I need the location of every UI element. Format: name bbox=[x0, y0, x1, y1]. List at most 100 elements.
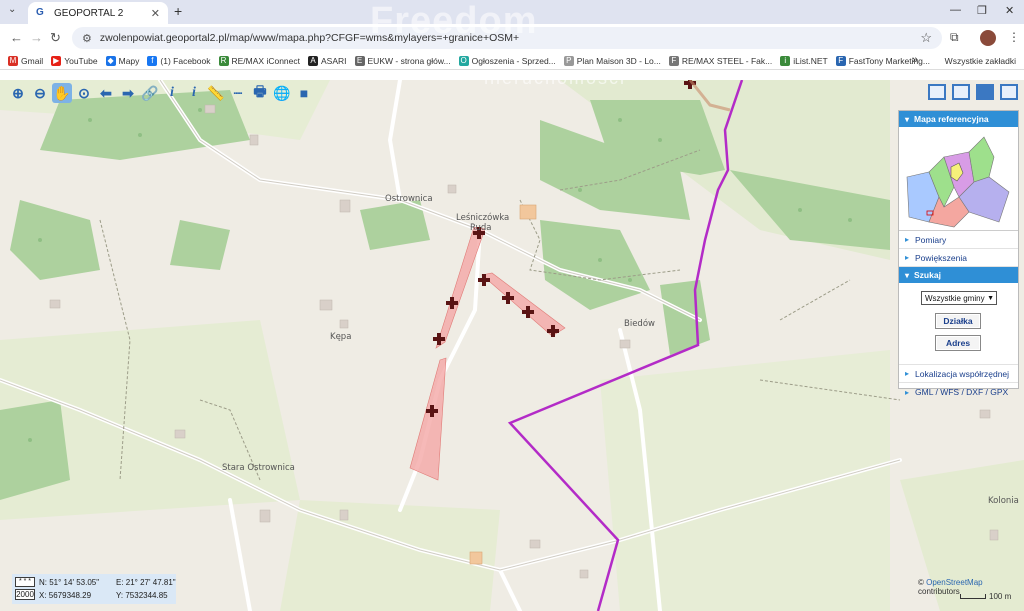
lokalizacja-label: Lokalizacja współrzędnej bbox=[915, 368, 1010, 379]
place-label-ruda: Ruda bbox=[470, 223, 492, 233]
place-label-ostrownica: Ostrownica bbox=[385, 194, 433, 204]
bookmark-label: Gmail bbox=[21, 55, 44, 66]
layout-left-icon[interactable] bbox=[952, 84, 970, 100]
place-label-kolonia: Kolonia bbox=[988, 496, 1019, 506]
powiekszenia-row[interactable]: ▸ Powiększenia bbox=[899, 249, 1018, 267]
watermark-brand: Freedom bbox=[370, 0, 538, 42]
watermark-sub: nieruchomości bbox=[484, 68, 627, 88]
bookmark-item[interactable]: f (1) Facebook bbox=[147, 55, 211, 66]
bookmark-star-icon[interactable]: ☆ bbox=[920, 30, 932, 46]
bookmark-label: iList.NET bbox=[793, 55, 828, 66]
szukaj-header[interactable]: ▾ Szukaj bbox=[899, 267, 1018, 283]
tab-geoportal[interactable]: G GEOPORTAL 2 ✕ bbox=[28, 2, 168, 24]
tab-title: GEOPORTAL 2 bbox=[54, 7, 124, 19]
osm-link[interactable]: OpenStreetMap bbox=[926, 578, 982, 587]
reload-icon[interactable]: ↻ bbox=[50, 30, 61, 46]
new-tab-icon[interactable]: + bbox=[174, 3, 182, 19]
coord-y: Y: 7532344.85 bbox=[116, 591, 168, 600]
bookmark-item[interactable]: ▶ YouTube bbox=[51, 55, 98, 66]
bookmark-item[interactable]: i iList.NET bbox=[780, 55, 828, 66]
bookmark-item[interactable]: F RE/MAX STEEL - Fak... bbox=[668, 55, 773, 66]
coord-n: N: 51° 14' 53.05" bbox=[39, 578, 100, 587]
menu-icon[interactable]: ⋮ bbox=[1008, 30, 1020, 44]
place-label-stara-ostrownica: Stara Ostrownica bbox=[222, 463, 295, 473]
pomiary-row[interactable]: ▸ Pomiary bbox=[899, 231, 1018, 249]
scale-value[interactable]: 2000 bbox=[15, 589, 35, 600]
chevron-down-icon: ▼ bbox=[987, 294, 994, 302]
map-canvas[interactable] bbox=[0, 80, 1024, 611]
ref-map-title: Mapa referencyjna bbox=[914, 114, 989, 124]
layout-top-icon[interactable] bbox=[928, 84, 946, 100]
bookmark-item[interactable]: A ASARI bbox=[308, 55, 347, 66]
powiekszenia-label: Powiększenia bbox=[915, 252, 967, 263]
minimize-icon[interactable]: — bbox=[950, 4, 961, 16]
bookmark-item[interactable]: O Ogłoszenia - Sprzed... bbox=[458, 55, 556, 66]
all-bookmarks-folder[interactable]: Wszystkie zakładki bbox=[945, 56, 1016, 66]
bookmark-icon: ▶ bbox=[51, 55, 62, 66]
gml-row[interactable]: ▸ GML / WFS / DXF / GPX bbox=[899, 383, 1018, 401]
building-orange bbox=[519, 204, 537, 220]
dzialka-button[interactable]: Działka bbox=[935, 313, 981, 329]
forward-icon[interactable]: → bbox=[30, 30, 43, 45]
close-window-icon[interactable]: ✕ bbox=[1005, 4, 1014, 17]
gml-label: GML / WFS / DXF / GPX bbox=[915, 387, 1009, 397]
print-icon[interactable]: 🖶 bbox=[250, 83, 270, 103]
bookmark-item[interactable]: E EUKW - strona głów... bbox=[354, 55, 451, 66]
site-info-icon[interactable]: ⚙ bbox=[82, 32, 92, 45]
bookmark-label: RE/MAX STEEL - Fak... bbox=[681, 55, 773, 66]
zoom-in-icon[interactable]: ⊕ bbox=[8, 83, 28, 103]
link-icon[interactable]: 🔗 bbox=[140, 83, 160, 103]
coord-x: X: 5679348.29 bbox=[39, 591, 92, 600]
chevron-right-icon: ▸ bbox=[905, 387, 910, 397]
bookmarks-more-icon[interactable]: » bbox=[912, 54, 918, 66]
bookmark-item[interactable]: P Plan Maison 3D - Lo... bbox=[563, 55, 661, 66]
chevron-right-icon: ▸ bbox=[905, 235, 910, 244]
next-view-icon[interactable]: ➡ bbox=[118, 83, 138, 103]
previous-view-icon[interactable]: ⬅ bbox=[96, 83, 116, 103]
gmina-select[interactable]: Wszystkie gminy ▼ bbox=[921, 291, 997, 305]
info-icon[interactable]: i bbox=[162, 83, 182, 103]
bookmark-item[interactable]: R RE/MAX iConnect bbox=[218, 55, 301, 66]
globe-icon[interactable]: 🌐 bbox=[272, 83, 292, 103]
adres-button[interactable]: Adres bbox=[935, 335, 981, 351]
place-label-lesniczowka: Leśniczówka bbox=[456, 213, 510, 223]
reference-map[interactable] bbox=[899, 127, 1018, 231]
ref-map-header[interactable]: ▾ Mapa referencyjna bbox=[899, 111, 1018, 127]
profile-avatar[interactable] bbox=[980, 30, 996, 46]
bookmark-label: RE/MAX iConnect bbox=[231, 55, 301, 66]
search-section: Wszystkie gminy ▼ Działka Adres bbox=[899, 283, 1018, 365]
tab-search-chevron-icon[interactable]: ⌄ bbox=[8, 4, 16, 15]
bookmark-label: Plan Maison 3D - Lo... bbox=[576, 55, 661, 66]
layout-toolbar bbox=[928, 84, 1018, 100]
maximize-icon[interactable]: ❐ bbox=[977, 4, 987, 17]
layout-right-icon[interactable] bbox=[976, 84, 994, 100]
coordinates-box: * * * 2000 N: 51° 14' 53.05" X: 5679348.… bbox=[12, 574, 176, 604]
zoom-out-icon[interactable]: ⊖ bbox=[30, 83, 50, 103]
identify-icon[interactable]: i bbox=[184, 83, 204, 103]
bookmark-item[interactable]: ◆ Mapy bbox=[105, 55, 139, 66]
chevron-down-icon: ▾ bbox=[905, 270, 910, 280]
bookmark-icon: R bbox=[218, 55, 229, 66]
close-tab-icon[interactable]: ✕ bbox=[151, 7, 160, 20]
side-panel: ▾ Mapa referencyjna ▸ Pomiary ▸ Powiększeni… bbox=[898, 110, 1019, 397]
layout-full-icon[interactable] bbox=[1000, 84, 1018, 100]
lokalizacja-row[interactable]: ▸ Lokalizacja współrzędnej bbox=[899, 365, 1018, 383]
chevron-down-icon: ▾ bbox=[905, 114, 910, 124]
place-label-biedow: Biedów bbox=[624, 319, 655, 329]
pan-hand-icon[interactable]: ✋ bbox=[52, 83, 72, 103]
extensions-icon[interactable]: ⧉ bbox=[950, 30, 959, 45]
map-toolbar: ⊕ ⊖ ✋ ⊙ ⬅ ➡ 🔗 i i 📏 ┈ 🖶 🌐 ■ bbox=[8, 82, 314, 104]
ruler-icon[interactable]: ┈ bbox=[228, 83, 248, 103]
map-svg bbox=[0, 80, 1024, 611]
bookmark-item[interactable]: M Gmail bbox=[8, 55, 44, 66]
scale-label: 100 m bbox=[989, 592, 1012, 601]
zoom-window-icon[interactable]: ⊙ bbox=[74, 83, 94, 103]
place-label-kepa: Kępa bbox=[330, 332, 352, 342]
back-icon[interactable]: ← bbox=[10, 30, 23, 45]
video-icon[interactable]: ■ bbox=[294, 83, 314, 103]
bookmark-icon: O bbox=[458, 55, 469, 66]
measure-icon[interactable]: 📏 bbox=[206, 83, 226, 103]
bookmark-label: EUKW - strona głów... bbox=[367, 55, 451, 66]
bookmark-icon: F bbox=[835, 55, 846, 66]
scale-toggle[interactable]: * * * bbox=[15, 577, 35, 587]
